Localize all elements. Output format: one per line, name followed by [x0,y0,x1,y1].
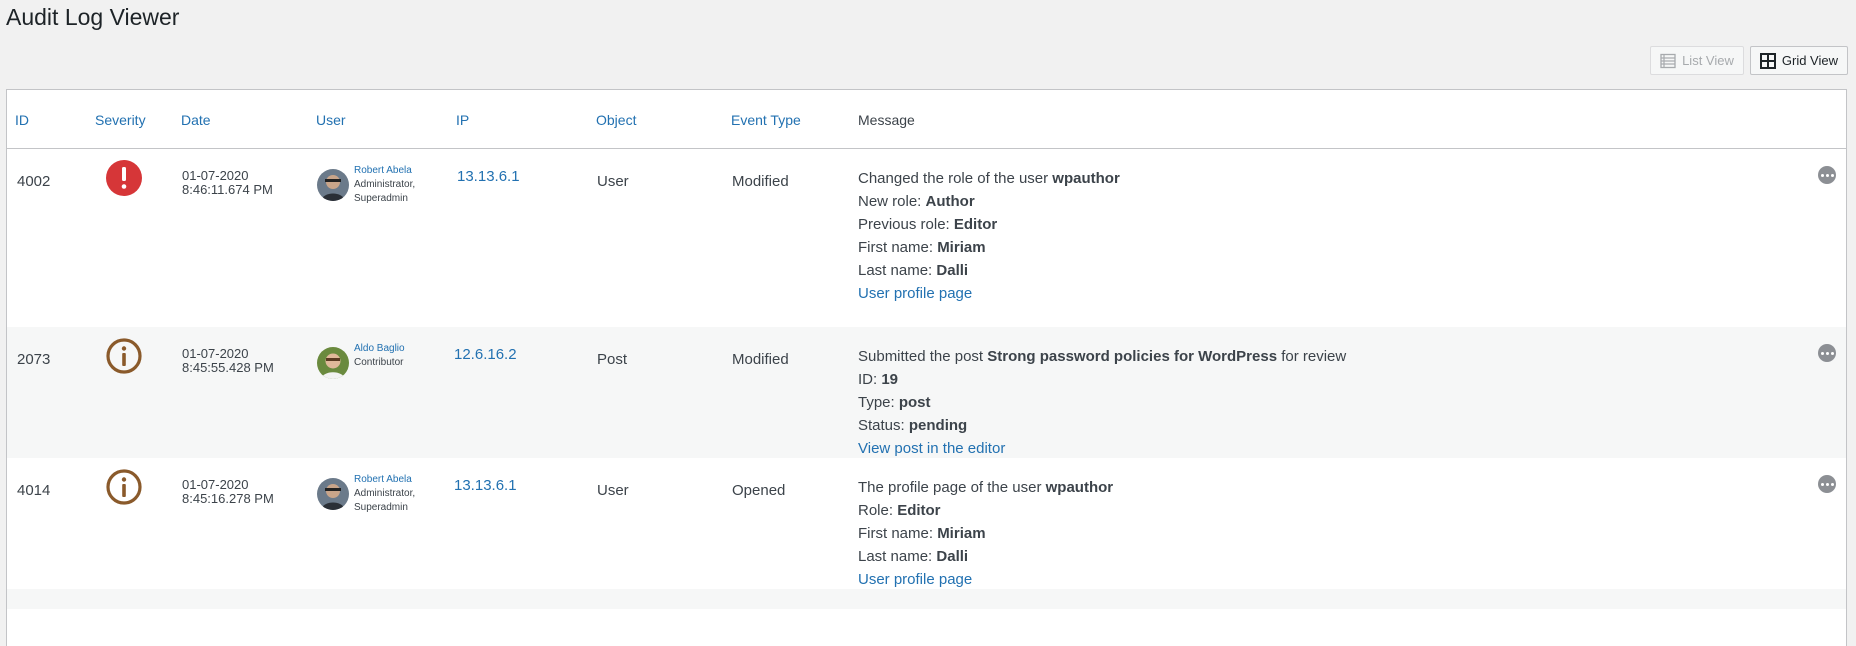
row-object: User [597,482,629,499]
table-row: 4014 01-07-2020 8:45:16.278 PM Robert Ab… [7,458,1846,589]
row-message: The profile page of the user wpauthor Ro… [858,476,1113,591]
grid-view-icon [1759,52,1776,69]
user-profile-link[interactable]: User profile page [858,282,1120,305]
more-options-icon[interactable] [1818,344,1836,362]
row-event-type: Modified [732,351,789,368]
info-icon [106,338,142,374]
user-role: Administrator, [354,179,416,190]
info-icon [106,469,142,505]
date-time: 8:46:11.674 PM [182,182,273,197]
ip-link[interactable]: 13.13.6.1 [457,168,520,185]
audit-log-table: ID Severity Date User IP Object Event Ty… [6,89,1847,646]
column-object[interactable]: Object [596,112,636,128]
row-message: Changed the role of the user wpauthor Ne… [858,167,1120,305]
table-row: 4002 01-07-2020 8:46:11.674 PM Robert Ab… [7,149,1846,327]
column-date[interactable]: Date [181,112,211,128]
row-user: Aldo Baglio Contributor [317,342,405,379]
ip-link[interactable]: 12.6.16.2 [454,346,517,363]
more-options-icon[interactable] [1818,475,1836,493]
user-role-secondary: Superadmin [354,193,408,204]
row-message: Submitted the post Strong password polic… [858,345,1346,460]
row-id: 4014 [17,482,51,499]
column-ip[interactable]: IP [456,112,469,128]
row-date: 01-07-2020 8:45:16.278 PM [182,478,274,506]
row-user: Robert Abela Administrator, Superadmin [317,164,415,206]
column-event-type[interactable]: Event Type [731,112,801,128]
avatar [317,478,349,510]
grid-view-button[interactable]: Grid View [1749,46,1848,75]
column-id[interactable]: ID [15,112,29,128]
table-row: 2073 01-07-2020 8:45:55.428 PM Aldo Bagl… [7,327,1846,458]
user-profile-link[interactable]: User profile page [858,568,1113,591]
user-role: Contributor [354,357,404,368]
column-message: Message [858,112,915,128]
date-time: 8:45:55.428 PM [182,360,274,375]
list-view-button[interactable]: List View [1650,46,1744,75]
avatar [317,169,349,201]
table-header: ID Severity Date User IP Object Event Ty… [7,90,1846,149]
row-id: 2073 [17,351,51,368]
more-options-icon[interactable] [1818,166,1836,184]
column-user[interactable]: User [316,112,346,128]
date-day: 01-07-2020 [182,168,249,183]
row-object: Post [597,351,628,368]
row-date: 01-07-2020 8:45:55.428 PM [182,347,274,375]
row-event-type: Opened [732,482,786,499]
date-day: 01-07-2020 [182,477,249,492]
page-title: Audit Log Viewer [6,4,180,30]
view-post-editor-link[interactable]: View post in the editor [858,437,1346,460]
user-name-link[interactable]: Aldo Baglio [354,342,405,356]
date-day: 01-07-2020 [182,346,249,361]
table-row [7,589,1846,609]
column-severity[interactable]: Severity [95,112,146,128]
user-name-link[interactable]: Robert Abela [354,164,415,178]
critical-icon [106,160,142,196]
grid-view-label: Grid View [1781,53,1838,68]
ip-link[interactable]: 13.13.6.1 [454,477,517,494]
user-name-link[interactable]: Robert Abela [354,473,415,487]
date-time: 8:45:16.278 PM [182,491,274,506]
user-role: Administrator, [354,488,416,499]
view-switch: List View Grid View [1650,46,1848,75]
list-view-label: List View [1682,53,1734,68]
list-view-icon [1660,53,1676,68]
user-role-secondary: Superadmin [354,502,408,513]
row-user: Robert Abela Administrator, Superadmin [317,473,415,515]
avatar [317,347,349,379]
row-id: 4002 [17,173,51,190]
row-event-type: Modified [732,173,789,190]
row-date: 01-07-2020 8:46:11.674 PM [182,169,273,197]
row-object: User [597,173,629,190]
